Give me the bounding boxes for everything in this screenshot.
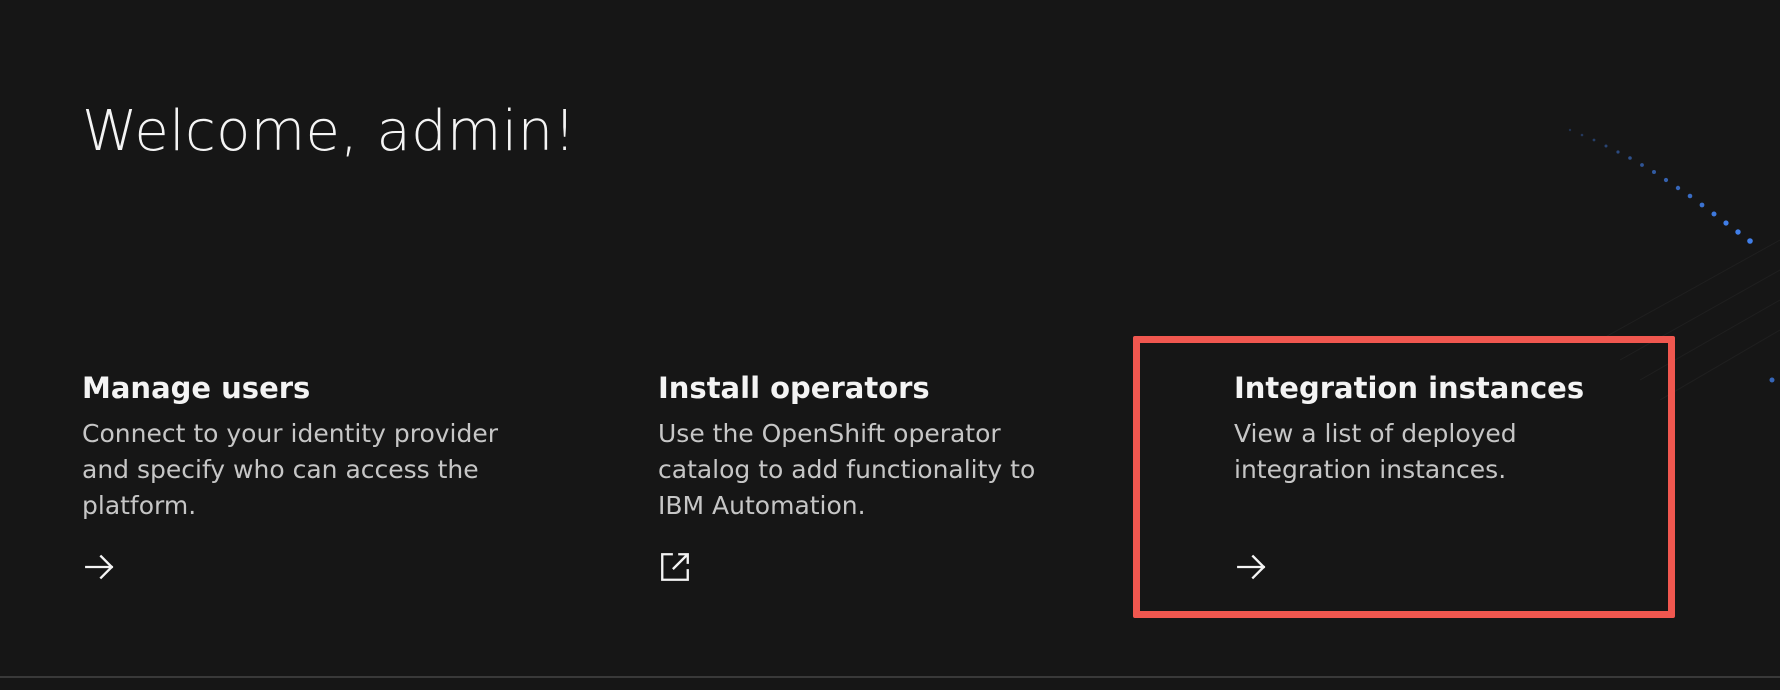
tile-description: Use the OpenShift operator catalog to ad…: [658, 419, 1036, 521]
tile-install-operators[interactable]: Install operators Use the OpenShift oper…: [658, 370, 1078, 581]
page-title: Welcome, admin!: [82, 99, 577, 164]
tile-description: View a list of deployed integration inst…: [1234, 419, 1517, 485]
arrow-right-icon[interactable]: [82, 550, 116, 584]
tile-manage-users[interactable]: Manage users Connect to your identity pr…: [82, 370, 502, 580]
tile-description: Connect to your identity provider and sp…: [82, 419, 499, 521]
bottom-divider: [0, 676, 1780, 678]
tile-heading: Manage users: [82, 371, 311, 405]
tile-integration-instances[interactable]: Integration instances View a list of dep…: [1234, 370, 1654, 580]
tile-heading: Install operators: [658, 371, 930, 405]
launch-icon[interactable]: [658, 550, 692, 584]
tile-heading: Integration instances: [1234, 371, 1585, 405]
arrow-right-icon[interactable]: [1234, 550, 1268, 584]
decorative-dot-pattern: [1568, 128, 1780, 400]
